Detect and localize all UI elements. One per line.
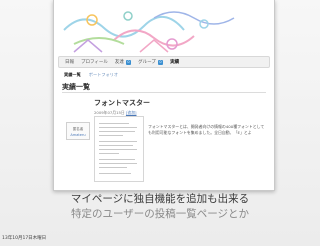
nav-item-friends[interactable]: 友達 0: [114, 59, 132, 65]
date-stamp: 13年10月17日木曜日: [2, 236, 47, 241]
nav-item-daily[interactable]: 日報: [65, 59, 74, 65]
achievement-title: フォントマスター: [94, 99, 150, 107]
document-preview-image: [94, 116, 144, 182]
nav-label: プロフィール: [81, 60, 108, 65]
nav-label: 友達: [114, 60, 124, 65]
nav-label: 実績: [170, 60, 180, 65]
nav-item-groups[interactable]: グループ 0: [138, 59, 164, 65]
nav-item-achievements[interactable]: 実績: [170, 59, 179, 65]
count-badge: 0: [157, 59, 164, 65]
slide-background: 日報 プロフィール 友達 0 グループ 0 実績 実績一覧 ポートフォリオ 実績…: [0, 0, 320, 246]
avatar-link[interactable]: Amateru: [67, 133, 89, 137]
caption-line-1: マイページに独自機能を追加も出来る: [70, 193, 250, 205]
avatar-name: 匿名者: [72, 127, 84, 131]
caption-line-2: 特定のユーザーの投稿一覧ページとか: [70, 208, 250, 220]
subtab-portfolio[interactable]: ポートフォリオ: [89, 72, 118, 78]
add-link[interactable]: [追加]: [126, 110, 137, 115]
sub-tabs: 実績一覧 ポートフォリオ: [64, 71, 118, 79]
count-badge: 0: [125, 59, 132, 65]
header-swirl-art: [63, 11, 235, 53]
subtab-achievement-list[interactable]: 実績一覧: [64, 72, 81, 78]
page-title: 実績一覧: [62, 83, 90, 91]
main-navbar: 日報 プロフィール 友達 0 グループ 0 実績: [58, 56, 270, 68]
avatar[interactable]: 匿名者 Amateru: [66, 122, 90, 140]
nav-item-profile[interactable]: プロフィール: [81, 59, 108, 65]
title-divider: [62, 92, 266, 93]
nav-label: グループ: [138, 60, 156, 65]
screenshot-window: 日報 プロフィール 友達 0 グループ 0 実績 実績一覧 ポートフォリオ 実績…: [53, 0, 275, 191]
header-decoration: [54, 0, 274, 55]
achievement-description: フォントマスターとは、開発者向けの情報の400種フォントとしても利用可能なフォン…: [148, 124, 265, 135]
achievement-date: 2009年07月15日: [94, 110, 125, 115]
nav-label: 日報: [65, 60, 74, 65]
